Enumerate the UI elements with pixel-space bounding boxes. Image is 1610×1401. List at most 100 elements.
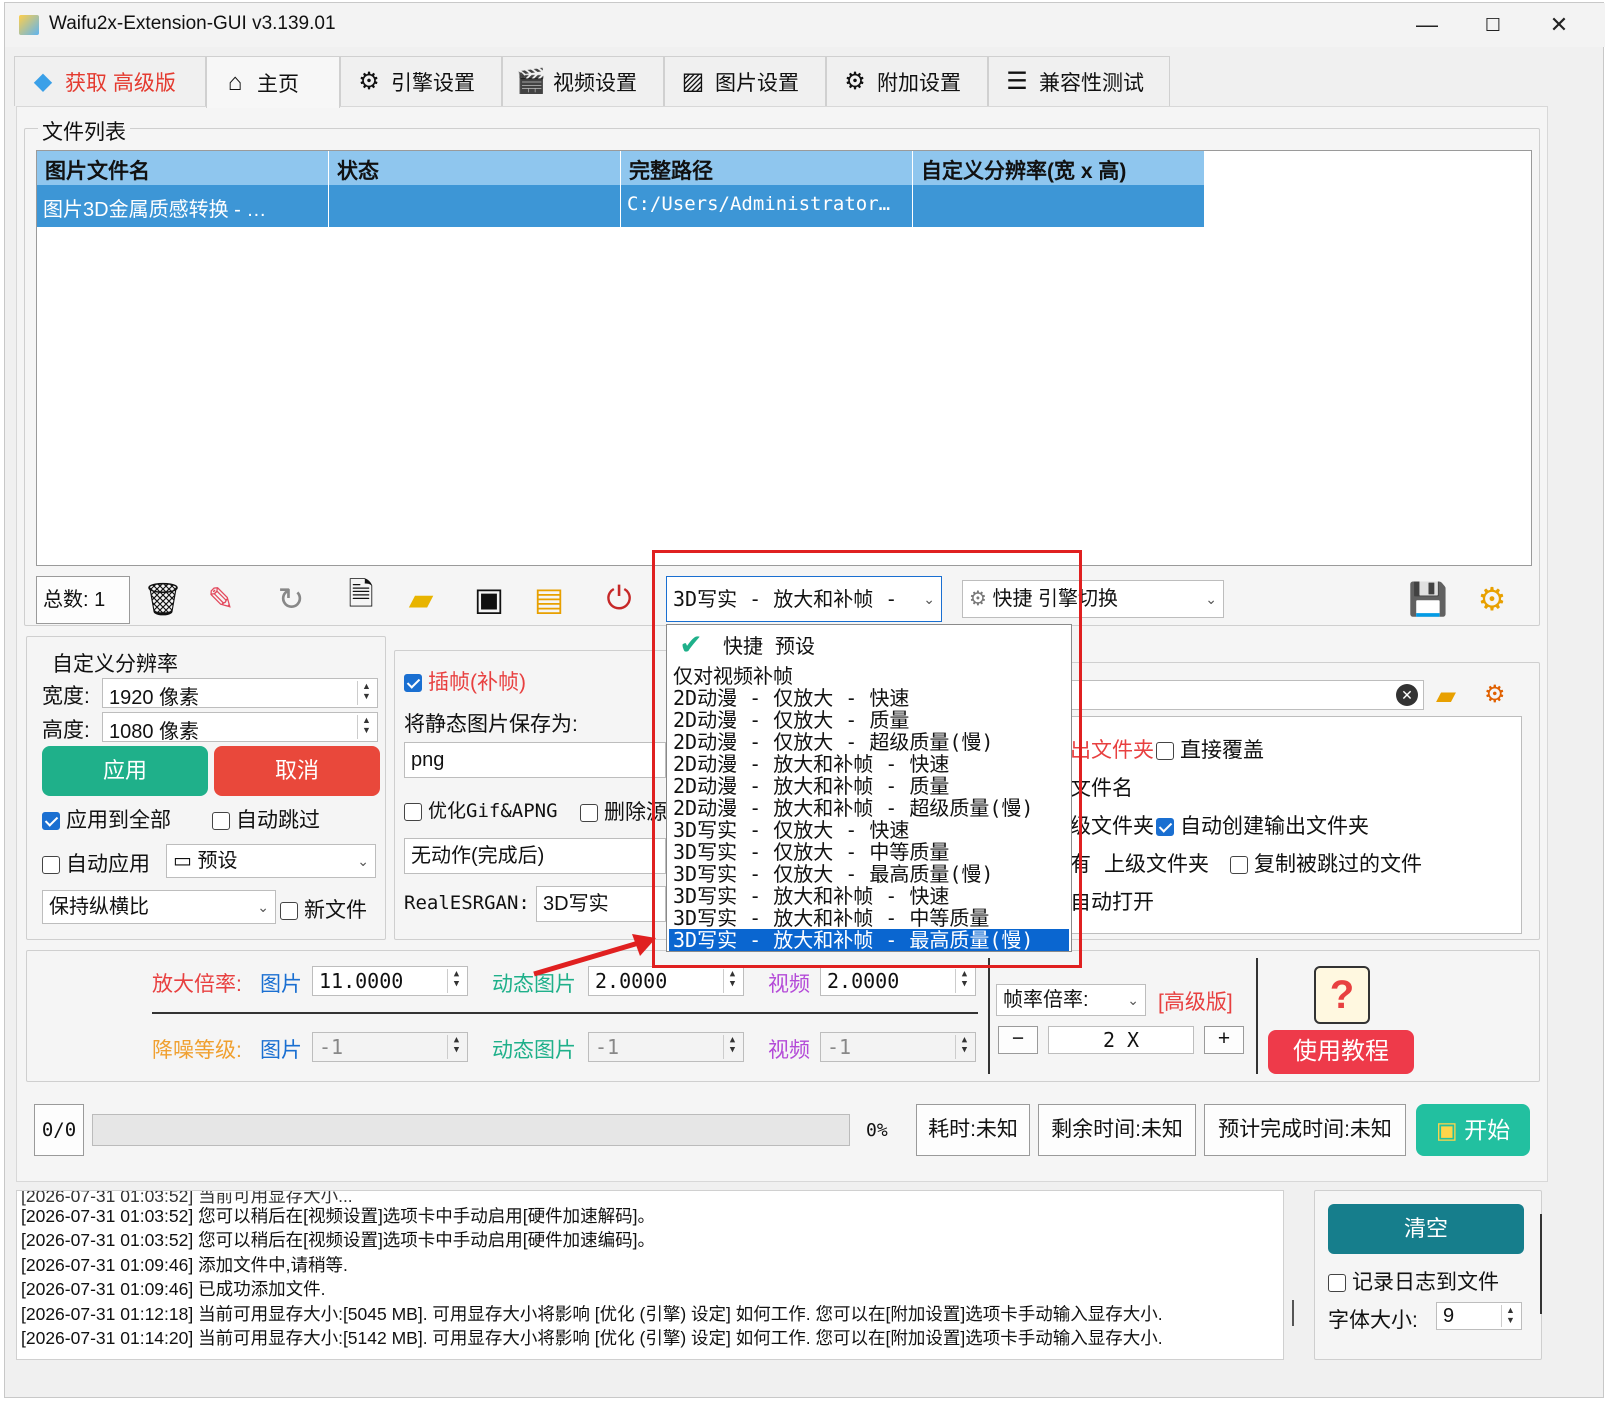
tab-compatibility-test[interactable]: ☰ 兼容性测试 <box>988 56 1170 106</box>
framerate-value[interactable]: 2 X <box>1048 1026 1194 1054</box>
checklist-icon: ☰ <box>1006 67 1028 95</box>
scale-gif-spinner[interactable]: ▲ ▼ <box>723 969 741 993</box>
log-output[interactable]: [2026-07-31 01:03:52] 当前可用显存大小... [2026-… <box>16 1190 1284 1360</box>
checkbox-checked <box>404 674 422 693</box>
start-button[interactable]: ▣ 开始 <box>1416 1104 1530 1156</box>
settings-gear-icon[interactable]: ⚙ <box>1464 572 1520 626</box>
copy-skipped-checkbox[interactable]: 复制被跳过的文件 <box>1230 848 1422 878</box>
font-size-input[interactable]: 9 ▲ ▼ <box>1436 1302 1522 1330</box>
format-combo[interactable]: png <box>404 742 666 778</box>
denoise-video-label: 视频 <box>768 1039 810 1062</box>
undo-icon[interactable]: ↻ <box>266 572 316 626</box>
clear-log-button[interactable]: 清空 <box>1328 1204 1524 1254</box>
apply-button[interactable]: 应用 <box>42 746 208 796</box>
output-path-input[interactable] <box>1070 680 1424 710</box>
tab-video-settings[interactable]: 🎬 视频设置 <box>502 56 664 106</box>
denoise-image-spinner[interactable]: ▲ ▼ <box>447 1035 465 1059</box>
add-image-icon[interactable]: ▣ <box>464 572 514 626</box>
cancel-button[interactable]: 取消 <box>214 746 380 796</box>
tutorial-button[interactable]: 使用教程 <box>1268 1030 1414 1074</box>
clapperboard-icon: 🎬 <box>516 67 546 95</box>
minimize-button[interactable]: — <box>1397 7 1457 43</box>
scale-video-value: 2.0000 <box>827 969 900 993</box>
height-spinner[interactable]: ▲ ▼ <box>357 715 375 739</box>
power-monitor-icon[interactable]: ⏻ <box>594 572 644 626</box>
framerate-minus-button[interactable]: − <box>998 1026 1038 1054</box>
tab-get-pro[interactable]: ◆ 获取 高级版 <box>14 56 206 106</box>
tab-engine-settings[interactable]: ⚙ 引擎设置 <box>340 56 502 106</box>
save-list-icon[interactable]: 🗎 <box>336 572 386 626</box>
open-folder-gear-icon[interactable]: ⚙ <box>1484 680 1506 709</box>
parent-folder-label: 上级文件夹 <box>1104 853 1209 876</box>
eraser-icon[interactable]: ✎ <box>196 572 246 626</box>
auto-apply-checkbox[interactable]: 自动应用 <box>42 848 150 878</box>
denoise-video-value: -1 <box>827 1035 852 1059</box>
auto-create-output-checkbox[interactable]: 自动创建输出文件夹 <box>1156 810 1369 840</box>
folder-icon[interactable]: ▰ <box>396 572 446 626</box>
column-header-path[interactable]: 完整路径 <box>621 151 913 185</box>
log-scrollbar[interactable] <box>1292 1300 1294 1326</box>
log-line: [2026-07-31 01:14:20] 当前可用显存大小:[5142 MB]… <box>21 1328 1163 1348</box>
res-preset-combo[interactable]: ▭ 预设 ⌄ <box>166 844 376 878</box>
start-image-icon: ▣ <box>1435 1117 1458 1143</box>
save-settings-icon[interactable]: 💾 <box>1400 572 1456 626</box>
interp-label: 插帧(补帧) <box>428 671 526 694</box>
browse-folder-icon[interactable]: ▰ <box>1436 680 1456 711</box>
output-folder-red-label: 出文件夹 <box>1070 739 1154 762</box>
total-count: 总数: 1 <box>36 576 130 624</box>
interp-checkbox[interactable]: 插帧(补帧) <box>404 666 526 696</box>
font-size-spinner[interactable]: ▲ ▼ <box>1501 1305 1519 1327</box>
checkbox-checked <box>1156 818 1174 837</box>
tab-image-settings[interactable]: ▨ 图片设置 <box>664 56 826 106</box>
tab-home[interactable]: ⌂ 主页 <box>206 56 340 108</box>
denoise-image-input[interactable]: -1 ▲ ▼ <box>312 1032 468 1062</box>
tab-additional-settings[interactable]: ⚙ 附加设置 <box>826 56 988 106</box>
table-row-cell-custom-res[interactable] <box>913 185 1205 227</box>
framerate-plus-button[interactable]: + <box>1204 1026 1244 1054</box>
file-list[interactable]: 图片文件名 状态 完整路径 自定义分辨率(宽 x 高) 图片3D金属质感转换 -… <box>36 150 1532 566</box>
monitor-icon: ▭ <box>173 850 192 872</box>
scale-video-input[interactable]: 2.0000 ▲ ▼ <box>820 966 976 996</box>
table-row-cell-status[interactable] <box>329 185 621 227</box>
aspect-ratio-value: 保持纵横比 <box>49 896 149 918</box>
denoise-video-input[interactable]: -1 ▲ ▼ <box>820 1032 976 1062</box>
scale-image-spinner[interactable]: ▲ ▼ <box>447 969 465 993</box>
divider <box>1256 958 1258 1074</box>
column-header-status[interactable]: 状态 <box>329 151 621 185</box>
checkbox <box>212 812 230 831</box>
new-file-checkbox[interactable]: 新文件 <box>280 894 367 924</box>
scale-image-input[interactable]: 11.0000 ▲ ▼ <box>312 966 468 996</box>
width-input[interactable]: 1920 像素 ▲ ▼ <box>102 678 378 708</box>
scale-video-spinner[interactable]: ▲ ▼ <box>955 969 973 993</box>
realesrgan-model-combo[interactable]: 3D写实 <box>536 886 666 922</box>
after-action-combo[interactable]: 无动作(完成后) <box>404 838 666 874</box>
clear-list-icon[interactable]: 🗑 <box>138 572 188 626</box>
maximize-button[interactable]: ☐ <box>1463 7 1523 43</box>
column-header-custom-res[interactable]: 自定义分辨率(宽 x 高) <box>913 151 1205 185</box>
save-log-checkbox[interactable]: 记录日志到文件 <box>1328 1266 1499 1296</box>
log-line: [2026-07-31 01:09:46] 添加文件中,请稍等. <box>21 1255 348 1275</box>
annotation-arrow <box>533 934 656 977</box>
denoise-gif-spinner[interactable]: ▲ ▼ <box>723 1035 741 1059</box>
width-spinner[interactable]: ▲ ▼ <box>357 681 375 705</box>
apply-all-checkbox[interactable]: 应用到全部 <box>42 804 171 834</box>
eta-time: 预计完成时间:未知 <box>1204 1104 1406 1156</box>
height-input[interactable]: 1080 像素 ▲ ▼ <box>102 712 378 742</box>
framerate-combo[interactable]: 帧率倍率: ⌄ <box>996 984 1146 1016</box>
auto-skip-checkbox[interactable]: 自动跳过 <box>212 804 320 834</box>
close-button[interactable]: ✕ <box>1529 7 1589 43</box>
column-header-filename[interactable]: 图片文件名 <box>37 151 329 185</box>
table-row-cell-filename[interactable]: 图片3D金属质感转换 - … <box>37 185 329 227</box>
aspect-ratio-combo[interactable]: 保持纵横比 ⌄ <box>42 890 276 924</box>
table-row-cell-path[interactable]: C:/Users/Administrator… <box>621 185 913 227</box>
video-folder-icon[interactable]: ▤ <box>524 572 574 626</box>
denoise-gif-input[interactable]: -1 ▲ ▼ <box>588 1032 744 1062</box>
direct-overwrite-checkbox[interactable]: 直接覆盖 <box>1156 734 1264 764</box>
checkbox-checked <box>42 812 60 831</box>
optimize-gif-checkbox[interactable]: 优化Gif&APNG <box>404 796 558 823</box>
progress-bar <box>92 1114 850 1146</box>
question-icon[interactable]: ? <box>1314 966 1370 1024</box>
log-controls-scrollbar[interactable] <box>1540 1214 1542 1314</box>
denoise-video-spinner[interactable]: ▲ ▼ <box>955 1035 973 1059</box>
clear-path-icon[interactable]: ✕ <box>1396 684 1418 706</box>
